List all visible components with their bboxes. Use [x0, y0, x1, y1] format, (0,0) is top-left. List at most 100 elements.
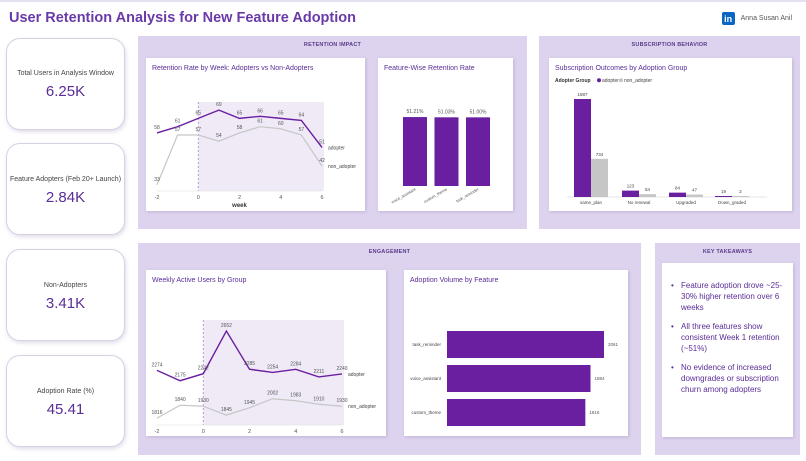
weekly-active-card: Weekly Active Users by Group -20246week2…: [146, 270, 386, 436]
x-tick-label: 6: [340, 429, 343, 435]
bar-value-label: 84: [675, 186, 681, 191]
data-label: 2242: [198, 366, 209, 372]
data-label: 1910: [313, 396, 324, 402]
category-label: voice_assistant: [390, 186, 417, 204]
data-label: 66: [257, 108, 263, 114]
kpi-value: 2.84K: [45, 189, 86, 206]
bar-custom_theme: [434, 117, 459, 186]
x-axis-title: week: [231, 203, 247, 209]
retention-line-chart: -2 0 2 4 6 week 58 61 65 69 65 66 65 64 51adopter 33 57 5…: [154, 102, 356, 209]
bar-task_reminder: [447, 331, 604, 358]
data-label: 51: [319, 139, 325, 145]
x-tick-label: 2: [238, 195, 241, 201]
data-label: 65: [278, 110, 284, 116]
series-end-label: non_adopter: [328, 164, 356, 170]
bar-value-label: 54: [645, 187, 651, 192]
data-label: 57: [299, 127, 305, 133]
category-label: Down_graded: [718, 200, 747, 205]
bar-value-label: 51.03%: [438, 109, 456, 115]
kpi-value: 45.41: [46, 401, 85, 418]
data-label: 2240: [336, 366, 347, 372]
x-tick-label: 4: [279, 195, 282, 201]
data-label: 54: [216, 133, 222, 139]
feature-retention-bar-chart: 51.21% voice_assistant 51.03% custom_theme 5…: [390, 109, 490, 205]
kpi-label: Adoption Rate (%): [36, 388, 95, 395]
bar-non_adopter-Upgraded: [686, 194, 703, 197]
legend-swatch-adopter: [597, 78, 601, 83]
bar-value-label: 2061: [608, 342, 619, 347]
bar-non_adopter-No renewal: [639, 194, 656, 197]
section-title: SUBSCRIPTION BEHAVIOR: [631, 42, 708, 48]
data-label: 60: [278, 121, 284, 127]
kpi-adoption-rate: Adoption Rate (%) 45.41: [6, 355, 125, 447]
legend-label: non_adopter: [624, 78, 652, 84]
data-label: 1945: [244, 400, 255, 406]
x-tick-label: 4: [294, 429, 297, 435]
kpi-feature-adopters: Feature Adopters (Feb 20+ Launch) 2.84K: [6, 143, 125, 235]
subscription-bar-chart: Adopter Group adopter non_adopter 1887 734 sa…: [555, 78, 767, 205]
highlight-region: [198, 102, 324, 191]
data-label: 58: [154, 125, 160, 131]
data-label: 58: [237, 125, 243, 131]
data-label: 61: [257, 119, 263, 125]
category-label: custom_theme: [411, 410, 441, 415]
data-label: 2175: [175, 373, 186, 379]
x-tick-label: -2: [155, 195, 160, 201]
top-border: [0, 0, 806, 2]
section-title: ENGAGEMENT: [368, 249, 411, 255]
bar-custom_theme: [447, 399, 586, 426]
x-tick-label: 2: [248, 429, 251, 435]
bar-voice_assistant: [403, 117, 427, 186]
data-label: 33: [154, 177, 160, 183]
takeaway-item: All three features show consistent Week …: [671, 321, 789, 354]
kpi-value: 3.41K: [45, 295, 86, 312]
data-label: 61: [175, 119, 181, 125]
bar-value-label: 51.21%: [407, 109, 425, 115]
data-label: 2211: [313, 369, 324, 375]
feature-retention-card: Feature-Wise Retention Rate 51.21% voice_…: [378, 58, 513, 211]
weekly-active-line-chart: -20246week227421752242265222852254228422…: [151, 320, 376, 435]
bar-adopter-Upgraded: [669, 192, 686, 197]
series-end-label: adopter: [328, 145, 345, 151]
kpi-total-users: Total Users in Analysis Window 6.25K: [6, 38, 125, 130]
bar-value-label: 51.00%: [470, 109, 488, 115]
bar-value-label: 19: [721, 189, 727, 194]
data-label: 1930: [198, 398, 209, 404]
kpi-label: Total Users in Analysis Window: [17, 70, 114, 77]
author-badge[interactable]: in Anna Susan Anil: [721, 12, 792, 25]
data-label: 42: [319, 158, 325, 164]
data-label: 1983: [290, 393, 301, 399]
data-label: 57: [195, 127, 201, 133]
kpi-non-adopters: Non-Adopters 3.41K: [6, 249, 125, 341]
data-label: 65: [195, 110, 201, 116]
bar-adopter-same_plan: [574, 99, 591, 197]
data-label: 2652: [221, 323, 232, 329]
category-label: same_plan: [580, 200, 603, 205]
x-tick-label: 0: [197, 195, 200, 201]
data-label: 65: [237, 110, 243, 116]
category-label: task_reminder: [455, 186, 480, 203]
category-label: Upgraded: [676, 200, 696, 205]
adoption-volume-card: Adoption Volume by Feature task_reminder…: [404, 270, 628, 436]
category-label: voice_assistant: [410, 376, 442, 381]
bar-value-label: 734: [596, 152, 604, 157]
data-label: 1816: [151, 410, 162, 416]
data-label: 1930: [336, 398, 347, 404]
takeaway-item: Feature adoption drove ~25-30% higher re…: [671, 280, 789, 313]
linkedin-icon[interactable]: in: [721, 12, 735, 25]
section-title: RETENTION IMPACT: [303, 42, 362, 48]
bar-value-label: 1884: [595, 376, 606, 381]
bar-adopter-No renewal: [622, 190, 639, 197]
legend-title: Adopter Group: [555, 78, 591, 84]
section-engagement: ENGAGEMENT Weekly Active Users by Group …: [138, 243, 641, 455]
data-label: 2285: [244, 361, 255, 367]
x-tick-label: 0: [202, 429, 205, 435]
data-label: 64: [299, 112, 305, 118]
data-label: 2284: [290, 361, 301, 367]
kpi-label: Non-Adopters: [43, 282, 88, 289]
category-label: task_reminder: [412, 342, 441, 347]
data-label: 2254: [267, 364, 278, 370]
bar-non_adopter-Down_graded: [732, 196, 749, 197]
bar-adopter-Down_graded: [715, 196, 732, 197]
section-retention-impact: RETENTION IMPACT Retention Rate by Week:…: [138, 36, 527, 229]
